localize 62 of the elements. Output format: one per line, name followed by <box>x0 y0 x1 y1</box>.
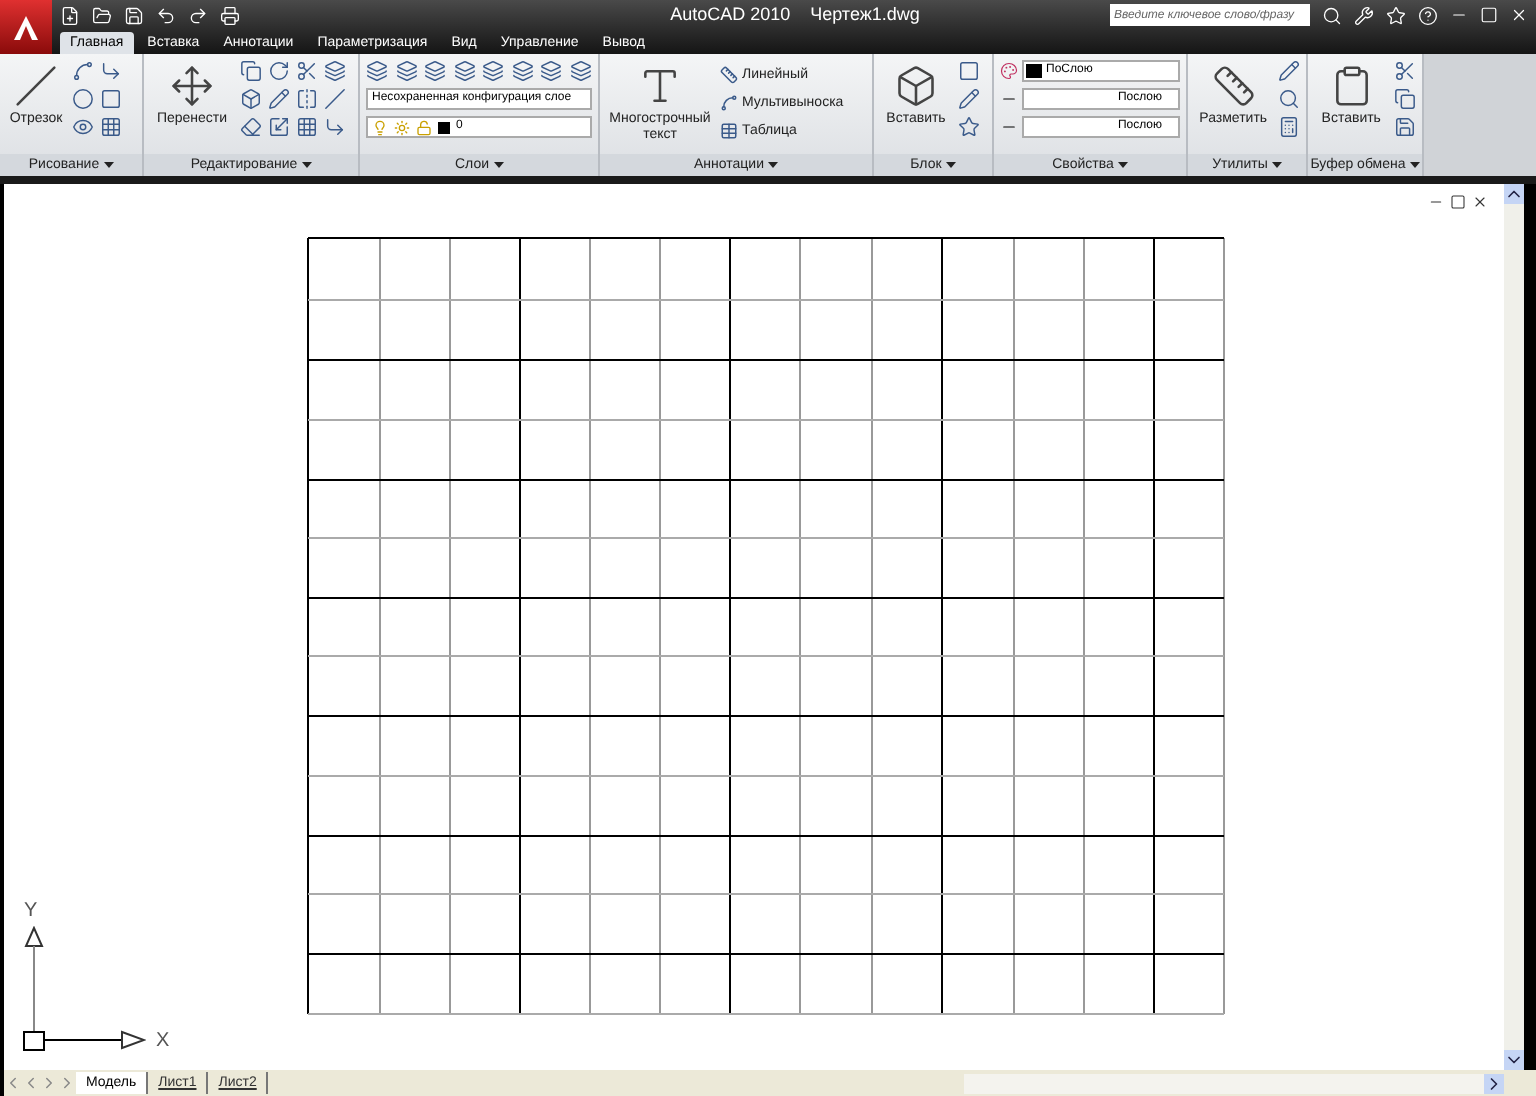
wrench-icon[interactable] <box>1354 5 1374 25</box>
ribbon-background <box>1424 54 1536 176</box>
line-icon <box>14 64 58 108</box>
scroll-down-icon[interactable] <box>1504 1050 1524 1070</box>
scale-icon[interactable] <box>268 116 290 138</box>
star-icon[interactable] <box>1386 5 1406 25</box>
redo-icon[interactable] <box>188 5 208 25</box>
app-title: AutoCAD 2010 <box>670 1 791 28</box>
polyline-icon[interactable] <box>72 60 94 82</box>
caret-icon <box>768 162 778 168</box>
caret-icon <box>301 162 312 168</box>
mirror-icon[interactable] <box>296 88 318 110</box>
restore-icon[interactable] <box>1450 194 1466 210</box>
color-swatch <box>438 121 450 133</box>
caret-icon <box>493 162 504 168</box>
table-icon <box>720 122 738 140</box>
ucs-icon <box>22 926 146 1052</box>
prev-tab-icon[interactable] <box>22 1074 40 1092</box>
app-menu-logo[interactable] <box>0 0 52 54</box>
document-title: Чертеж1.dwg <box>810 1 920 28</box>
move-icon <box>170 64 214 108</box>
caret-icon <box>1117 162 1128 168</box>
erase-icon[interactable] <box>240 116 262 138</box>
maximize-icon[interactable] <box>1480 6 1498 24</box>
rotate-icon[interactable] <box>268 60 290 82</box>
logo-icon <box>10 11 42 43</box>
sun-icon <box>394 119 410 135</box>
next-tab-icon[interactable] <box>40 1074 58 1092</box>
close-icon[interactable] <box>1472 194 1488 210</box>
copy-icon[interactable] <box>240 60 262 82</box>
grid-icon[interactable] <box>296 116 318 138</box>
color-swatch <box>1026 64 1042 78</box>
copy-icon[interactable] <box>1394 88 1417 110</box>
measure-icon <box>1211 64 1256 108</box>
circle-icon[interactable] <box>72 88 94 110</box>
caret-icon <box>1271 162 1282 168</box>
block-insert-icon <box>894 64 938 108</box>
cut-icon[interactable] <box>1394 60 1417 82</box>
open-folder-icon[interactable] <box>92 5 112 25</box>
caret-icon <box>103 162 114 168</box>
help-icon[interactable] <box>1418 5 1438 25</box>
print-icon[interactable] <box>220 5 240 25</box>
layer-icon[interactable] <box>366 60 388 82</box>
caret-icon <box>945 162 956 168</box>
scroll-right-icon[interactable] <box>1484 1073 1504 1093</box>
axis-label: Y <box>24 898 38 926</box>
scroll-up-icon[interactable] <box>1504 184 1524 204</box>
axis-label: X <box>156 1028 170 1056</box>
dimension-icon <box>720 66 738 84</box>
last-tab-icon[interactable] <box>58 1074 76 1092</box>
text-icon <box>638 64 682 108</box>
new-file-icon[interactable] <box>60 5 80 25</box>
horizontal-scrollbar[interactable] <box>964 1073 1504 1093</box>
first-tab-icon[interactable] <box>4 1074 22 1092</box>
caret-icon <box>1409 162 1420 168</box>
vertical-scrollbar[interactable] <box>1504 184 1524 1070</box>
unlock-icon <box>416 119 432 135</box>
bulb-icon <box>372 119 388 135</box>
calculator-icon[interactable] <box>1278 116 1301 138</box>
save-icon[interactable] <box>124 5 144 25</box>
undo-icon[interactable] <box>156 5 176 25</box>
rectangle-icon[interactable] <box>100 88 122 110</box>
